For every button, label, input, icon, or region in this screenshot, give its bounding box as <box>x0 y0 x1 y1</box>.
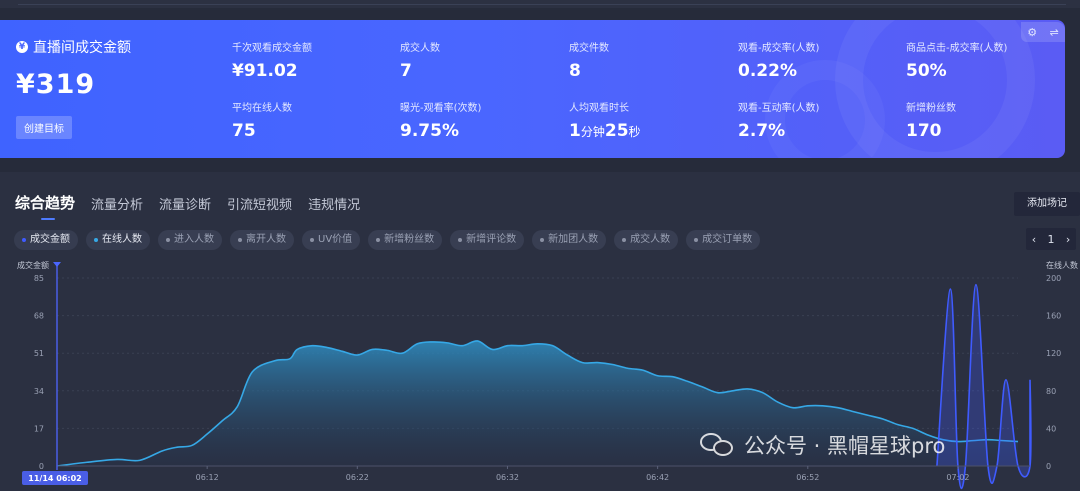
chip-orders[interactable]: 成交订单数 <box>686 230 761 250</box>
y-tick-label-right: 120 <box>1046 349 1061 358</box>
chip-buyers[interactable]: 成交人数 <box>614 230 679 250</box>
page-number: 1 <box>1047 232 1055 246</box>
y-tick-label-right: 80 <box>1046 387 1056 396</box>
kpi-item: 观看-互动率(人数) 2.7% <box>738 103 820 141</box>
trend-panel: 综合趋势 流量分析 流量诊断 引流短视频 违规情况 添加场记 成交金额 在线人数… <box>0 172 1080 491</box>
kpi-item: 曝光-观看率(次数) 9.75% <box>400 103 482 141</box>
main-kpi-amount: ¥319 <box>16 69 96 100</box>
main-kpi-title: 直播间成交金额 <box>33 40 131 56</box>
chevron-left-icon[interactable]: ‹ <box>1032 233 1036 246</box>
y-tick-label-left: 34 <box>34 387 44 396</box>
y-tick-label-right: 200 <box>1046 274 1061 283</box>
gear-icon[interactable]: ⚙ <box>1027 26 1037 39</box>
yen-icon: ¥ <box>16 41 28 53</box>
y-tick-label-right: 0 <box>1046 462 1051 471</box>
top-strip <box>0 0 1080 8</box>
swap-icon[interactable]: ⇌ <box>1050 26 1059 39</box>
chip-new-fans[interactable]: 新增粉丝数 <box>368 230 443 250</box>
dot-icon <box>22 238 26 242</box>
chip-sales-amount[interactable]: 成交金额 <box>14 230 78 250</box>
add-marker-button[interactable]: 添加场记 <box>1014 192 1080 216</box>
chip-entering-users[interactable]: 进入人数 <box>158 230 222 250</box>
tab-violations[interactable]: 违规情况 <box>308 194 360 213</box>
y-tick-label-left: 0 <box>39 462 44 471</box>
x-tick-label: 06:22 <box>346 473 369 482</box>
metric-chips: 成交金额 在线人数 进入人数 离开人数 UV价值 新增粉丝数 新增评论数 新加团… <box>14 230 768 250</box>
chip-new-comments[interactable]: 新增评论数 <box>450 230 525 250</box>
y-tick-label-left: 17 <box>34 424 44 433</box>
chip-leaving-users[interactable]: 离开人数 <box>230 230 294 250</box>
create-target-button[interactable]: 创建目标 <box>16 116 72 139</box>
right-axis-title: 在线人数 <box>1046 260 1078 270</box>
tab-overall-trend[interactable]: 综合趋势 <box>15 192 75 220</box>
cursor-handle-icon <box>53 262 61 267</box>
wechat-icon <box>700 433 734 457</box>
kpi-item: 新增粉丝数 170 <box>906 103 956 141</box>
chevron-right-icon[interactable]: › <box>1066 233 1070 246</box>
kpi-item: 成交人数 7 <box>400 43 440 81</box>
kpi-item: 商品点击-成交率(人数) 50% <box>906 43 1008 81</box>
start-time-label: 11/14 06:02 <box>28 474 81 483</box>
kpi-item: 平均在线人数 75 <box>232 103 292 141</box>
dot-icon <box>540 238 545 242</box>
kpi-item: 人均观看时长 1分钟25秒 <box>569 103 641 141</box>
dot-icon <box>238 238 242 242</box>
dot-icon <box>94 238 98 242</box>
x-tick-label: 06:12 <box>196 473 219 482</box>
dot-icon <box>166 238 170 242</box>
banner-tools: ⚙ ⇌ <box>1021 22 1065 42</box>
dot-icon <box>694 238 699 242</box>
kpi-item: 千次观看成交金额 ¥91.02 <box>232 43 312 81</box>
tab-bar: 综合趋势 流量分析 流量诊断 引流短视频 违规情况 <box>15 192 376 220</box>
x-tick-label: 06:32 <box>496 473 519 482</box>
x-tick-label: 07:02 <box>946 473 969 482</box>
tab-short-videos[interactable]: 引流短视频 <box>227 194 292 213</box>
y-tick-label-right: 160 <box>1046 312 1061 321</box>
x-tick-label: 06:52 <box>796 473 819 482</box>
watermark: 公众号 · 黑帽星球pro <box>700 430 945 460</box>
main-kpi: ¥ 直播间成交金额 ¥319 创建目标 <box>16 37 131 139</box>
dot-icon <box>458 238 463 242</box>
chip-uv-value[interactable]: UV价值 <box>302 230 361 250</box>
x-tick-label: 06:42 <box>646 473 669 482</box>
y-tick-label-left: 51 <box>34 349 44 358</box>
y-tick-label-left: 85 <box>34 274 44 283</box>
dot-icon <box>376 238 381 242</box>
left-axis-title: 成交金额 <box>17 260 49 270</box>
kpi-item: 观看-成交率(人数) 0.22% <box>738 43 820 81</box>
y-tick-label-right: 40 <box>1046 424 1056 433</box>
y-tick-label-left: 68 <box>34 312 44 321</box>
dot-icon <box>310 238 314 242</box>
chip-online-users[interactable]: 在线人数 <box>86 230 150 250</box>
kpi-banner: ¥ 直播间成交金额 ¥319 创建目标 千次观看成交金额 ¥91.02 成交人数… <box>0 20 1065 158</box>
pager: ‹ 1 › <box>1026 228 1076 250</box>
chip-new-group-members[interactable]: 新加团人数 <box>532 230 607 250</box>
tab-traffic-analysis[interactable]: 流量分析 <box>91 194 143 213</box>
dot-icon <box>622 238 627 242</box>
kpi-item: 成交件数 8 <box>569 43 609 81</box>
tab-traffic-diagnosis[interactable]: 流量诊断 <box>159 194 211 213</box>
